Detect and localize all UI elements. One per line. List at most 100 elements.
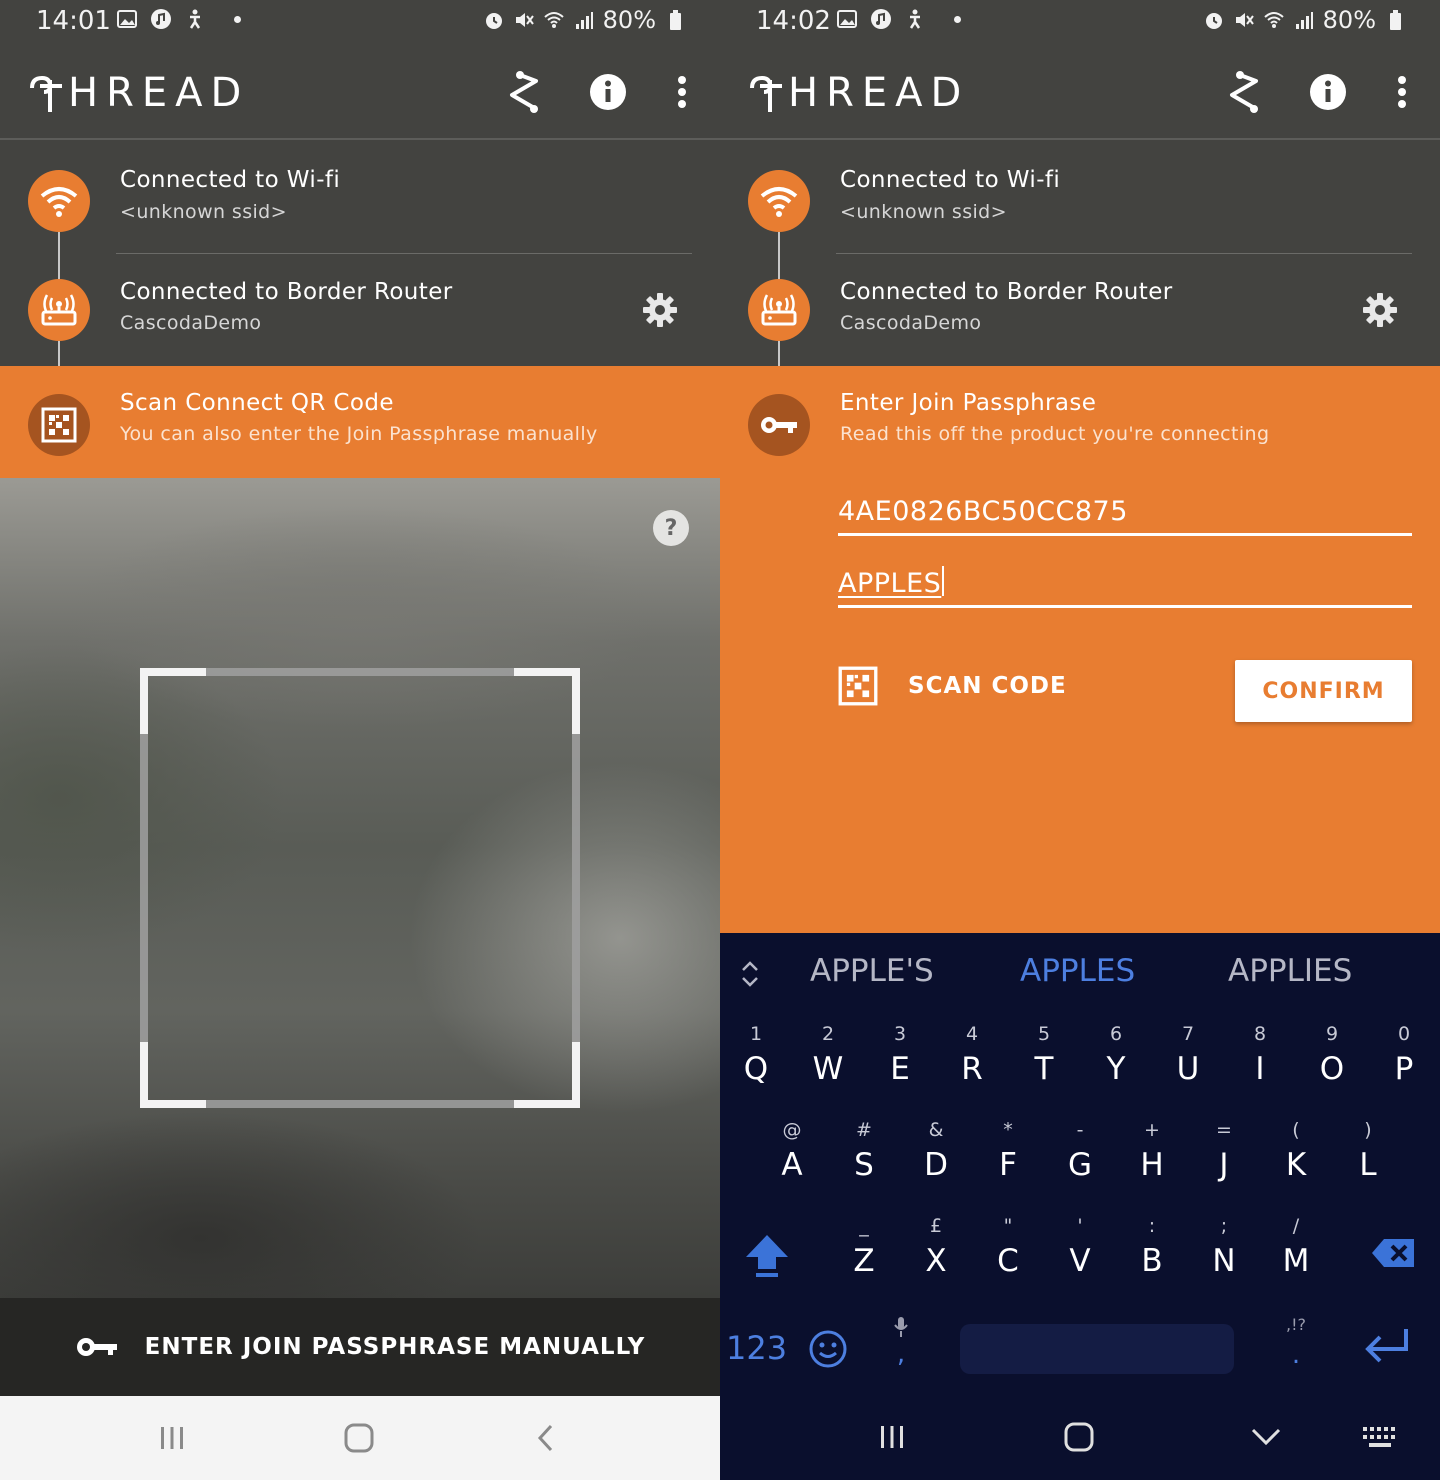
more-vert-icon xyxy=(678,76,686,108)
period-label: . xyxy=(1291,1340,1301,1370)
keyboard-switch-button[interactable] xyxy=(1360,1417,1400,1457)
battery-percent: 80% xyxy=(1322,6,1376,34)
more-notifications-dot xyxy=(234,15,241,23)
passphrase-value: APPLES xyxy=(838,568,942,599)
hide-keyboard-button[interactable] xyxy=(1246,1417,1286,1457)
key-k[interactable]: (K xyxy=(1266,1119,1326,1199)
scan-code-label: SCAN CODE xyxy=(908,673,1067,699)
eui-field[interactable]: 4AE0826BC50CC875 xyxy=(838,496,1412,536)
scan-code-button[interactable]: SCAN CODE xyxy=(838,666,1067,706)
key-g[interactable]: -G xyxy=(1050,1119,1110,1199)
key-alt-label: 3 xyxy=(893,1023,907,1045)
suggestion-item[interactable]: APPLE'S xyxy=(810,953,934,989)
camera-preview[interactable]: ? xyxy=(0,478,720,1298)
logo-text: HREAD xyxy=(68,70,250,116)
notification-icons xyxy=(836,8,961,30)
router-settings-button[interactable] xyxy=(640,290,680,330)
space-key[interactable] xyxy=(960,1324,1234,1374)
key-y[interactable]: 6Y xyxy=(1086,1023,1146,1103)
back-icon xyxy=(537,1424,553,1452)
home-button[interactable] xyxy=(339,1418,379,1458)
key-n[interactable]: ; N xyxy=(1194,1215,1254,1295)
qr-circle xyxy=(28,394,90,456)
help-icon[interactable]: ? xyxy=(653,510,689,546)
key-t[interactable]: 5T xyxy=(1014,1023,1074,1103)
key-label: X xyxy=(925,1243,947,1279)
key-alt-label: 6 xyxy=(1109,1023,1123,1045)
key-f[interactable]: * F xyxy=(978,1119,1038,1199)
key-e[interactable]: 3E xyxy=(870,1023,930,1103)
wifi-circle xyxy=(28,170,90,232)
more-vert-icon xyxy=(1398,76,1406,108)
key-alt-label: 1 xyxy=(749,1023,763,1045)
confirm-button[interactable]: CONFIRM xyxy=(1235,660,1412,722)
key-alt-label: : xyxy=(1148,1215,1156,1237)
key-alt-label: ' xyxy=(1077,1215,1083,1237)
key-j[interactable]: = J xyxy=(1194,1119,1254,1199)
info-button[interactable] xyxy=(586,70,630,114)
step-subtitle: You can also enter the Join Passphrase m… xyxy=(120,423,598,445)
key-x[interactable]: £ X xyxy=(906,1215,966,1295)
emoji-key[interactable] xyxy=(808,1329,848,1369)
key-r[interactable]: 4R xyxy=(942,1023,1002,1103)
key-p[interactable]: 0P xyxy=(1374,1023,1434,1103)
back-button[interactable] xyxy=(526,1418,566,1458)
emoji-icon xyxy=(809,1330,847,1368)
router-circle xyxy=(28,279,90,341)
wifi-ssid: <unknown ssid> xyxy=(120,201,287,223)
key-label: T xyxy=(1034,1051,1054,1087)
suggestion-item[interactable]: APPLIES xyxy=(1228,953,1352,989)
key-u[interactable]: 7U xyxy=(1158,1023,1218,1103)
mute-icon xyxy=(1235,13,1254,27)
overflow-menu-button[interactable] xyxy=(1380,70,1424,114)
key-m[interactable]: / M xyxy=(1266,1215,1326,1295)
key-c[interactable]: " C xyxy=(978,1215,1038,1295)
key-a[interactable]: @ A xyxy=(762,1119,822,1199)
music-icon xyxy=(871,9,891,29)
suggestion-item[interactable]: APPLES xyxy=(1020,953,1135,989)
home-button[interactable] xyxy=(1059,1417,1099,1457)
key-alt-label: * xyxy=(1003,1119,1013,1141)
quick-connect-button[interactable] xyxy=(502,70,546,114)
backspace-key[interactable] xyxy=(1370,1233,1418,1273)
key-v[interactable]: ' V xyxy=(1050,1215,1110,1295)
notification-icons xyxy=(116,8,241,30)
key-label: Z xyxy=(853,1243,875,1279)
mute-icon xyxy=(515,13,534,27)
key-s[interactable]: # S xyxy=(834,1119,894,1199)
key-label: H xyxy=(1140,1147,1164,1183)
enter-key[interactable] xyxy=(1362,1325,1412,1369)
recents-button[interactable] xyxy=(152,1418,192,1458)
key-b[interactable]: :B xyxy=(1122,1215,1182,1295)
key-d[interactable]: & D xyxy=(906,1119,966,1199)
logo-text: HREAD xyxy=(788,70,970,116)
comma-key[interactable]: , xyxy=(886,1315,916,1385)
router-title: Connected to Border Router xyxy=(840,279,1173,305)
wifi-status-icon xyxy=(1263,12,1284,28)
overflow-menu-button[interactable] xyxy=(660,70,704,114)
symbols-key[interactable]: 123 xyxy=(726,1329,787,1367)
enter-passphrase-manually-button[interactable]: ENTER JOIN PASSPHRASE MANUALLY xyxy=(0,1298,720,1396)
key-alt-label: + xyxy=(1144,1119,1160,1141)
expand-suggestions-button[interactable] xyxy=(738,959,762,989)
info-icon xyxy=(590,74,626,110)
router-settings-button[interactable] xyxy=(1360,290,1400,330)
quick-connect-button[interactable] xyxy=(1222,70,1266,114)
period-key[interactable]: ,!? . xyxy=(1276,1315,1316,1385)
info-button[interactable] xyxy=(1306,70,1350,114)
key-l[interactable]: ) L xyxy=(1338,1119,1398,1199)
key-label: K xyxy=(1285,1147,1307,1183)
key-h[interactable]: + H xyxy=(1122,1119,1182,1199)
key-w[interactable]: 2W xyxy=(798,1023,858,1103)
shift-key[interactable] xyxy=(742,1231,792,1281)
key-label: V xyxy=(1069,1243,1091,1279)
key-o[interactable]: 9O xyxy=(1302,1023,1362,1103)
key-label: D xyxy=(924,1147,948,1183)
passphrase-field[interactable]: APPLES xyxy=(838,566,1412,608)
microphone-icon xyxy=(894,1317,908,1337)
key-q[interactable]: 1Q xyxy=(726,1023,786,1103)
recents-button[interactable] xyxy=(872,1417,912,1457)
router-status-row: Connected to Border Router CascodaDemo xyxy=(720,254,1440,366)
key-z[interactable]: _ Z xyxy=(834,1215,894,1295)
key-i[interactable]: 8I xyxy=(1230,1023,1290,1103)
